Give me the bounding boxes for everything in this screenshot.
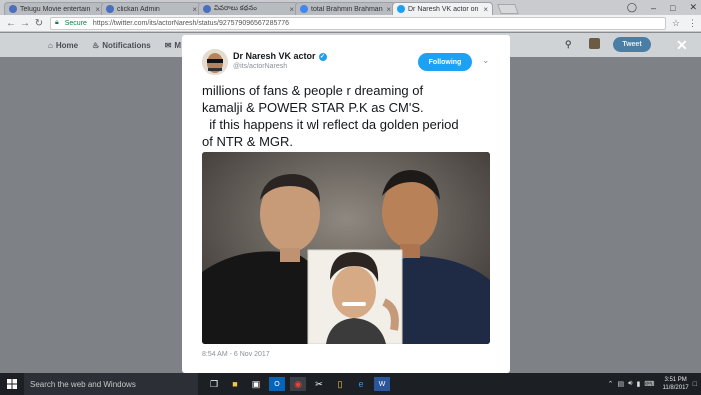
notifications-icon[interactable]: □ bbox=[693, 381, 697, 388]
taskbar-apps: ❐ ■ ▣ O ◉ ✂ ▯ e W bbox=[206, 377, 390, 391]
following-button[interactable]: Following bbox=[418, 53, 472, 71]
new-tab-button[interactable] bbox=[497, 4, 519, 14]
verified-icon: ✓ bbox=[318, 52, 327, 61]
tab-close-icon[interactable]: × bbox=[95, 5, 100, 14]
nav-notifications[interactable]: ♨ Notifications bbox=[92, 41, 151, 50]
nav-notifications-label: Notifications bbox=[102, 40, 151, 50]
bell-icon: ♨ bbox=[92, 40, 100, 50]
star-icon[interactable]: ☆ bbox=[672, 18, 680, 29]
file-explorer-icon[interactable]: ■ bbox=[227, 377, 243, 391]
search-icon[interactable]: ⚲ bbox=[565, 39, 572, 50]
display-name-text: Dr Naresh VK actor bbox=[233, 51, 316, 61]
windows-start-icon[interactable] bbox=[0, 373, 24, 395]
home-icon: ⌂ bbox=[48, 40, 53, 50]
tab-close-icon[interactable]: × bbox=[192, 5, 197, 14]
minimize-icon[interactable]: – bbox=[651, 3, 656, 13]
folder-icon[interactable]: ▯ bbox=[332, 377, 348, 391]
twitter-favicon-icon bbox=[397, 5, 405, 13]
tweet-timestamp[interactable]: 8:54 AM - 6 Nov 2017 bbox=[202, 351, 270, 358]
user-handle[interactable]: @its/actorNaresh bbox=[233, 63, 287, 70]
clock-time: 3:51 PM bbox=[664, 377, 687, 383]
word-icon[interactable]: W bbox=[374, 377, 390, 391]
mail-icon: ✉ bbox=[164, 40, 172, 50]
address-bar-actions: ☆ ⋮ bbox=[672, 18, 697, 29]
address-bar: ← → ↻ 🔒︎ Secure https://twitter.com/its/… bbox=[0, 15, 701, 32]
browser-tab-4[interactable]: Dr Naresh VK actor on T × bbox=[392, 2, 493, 15]
profile-avatar[interactable] bbox=[202, 49, 228, 75]
browser-tab-1[interactable]: clickan Admin × bbox=[101, 2, 202, 15]
display-name[interactable]: Dr Naresh VK actor ✓ bbox=[233, 51, 327, 61]
tab-title: Dr Naresh VK actor on T bbox=[408, 5, 481, 13]
tweet-text: millions of fans & people r dreaming of … bbox=[202, 83, 459, 149]
battery-icon[interactable]: ▮ bbox=[637, 380, 641, 388]
back-icon[interactable]: ← bbox=[4, 18, 18, 29]
modal-close-icon[interactable]: ✕ bbox=[676, 37, 688, 54]
reload-icon[interactable]: ↻ bbox=[32, 18, 46, 29]
store-icon[interactable]: ▣ bbox=[248, 377, 264, 391]
chrome-icon[interactable]: ◉ bbox=[290, 377, 306, 391]
tab-favicon-icon bbox=[9, 5, 17, 13]
tab-title: Telugu Movie entertain bbox=[20, 5, 91, 13]
clock-date: 11/8/2017 bbox=[662, 385, 689, 391]
outlook-icon[interactable]: O bbox=[269, 377, 285, 391]
speaker-icon[interactable]: 🔊︎ bbox=[628, 380, 632, 388]
tab-favicon-icon bbox=[106, 5, 114, 13]
tab-title: clickan Admin bbox=[117, 5, 160, 13]
tweet-photo[interactable] bbox=[202, 152, 490, 344]
secure-label: Secure bbox=[64, 19, 87, 27]
user-avatar[interactable] bbox=[589, 38, 600, 49]
tab-title: వివరాలు కథనం bbox=[214, 4, 257, 12]
taskbar-clock[interactable]: 3:51 PM 11/8/2017 bbox=[663, 376, 689, 392]
nav-home[interactable]: ⌂ Home bbox=[48, 41, 78, 50]
menu-icon[interactable]: ⋮ bbox=[688, 18, 697, 29]
keyboard-icon[interactable]: ⌨ bbox=[644, 380, 654, 388]
window-close-icon[interactable]: ✕ bbox=[689, 2, 697, 13]
taskbar: Search the web and Windows ❐ ■ ▣ O ◉ ✂ ▯… bbox=[0, 373, 701, 395]
forward-icon[interactable]: → bbox=[18, 18, 32, 29]
tweet-button[interactable]: Tweet bbox=[613, 37, 651, 52]
maximize-icon[interactable]: □ bbox=[670, 3, 675, 13]
browser-tab-0[interactable]: Telugu Movie entertain × bbox=[4, 2, 105, 15]
network-icon[interactable]: ▤ bbox=[618, 380, 625, 388]
nav-home-label: Home bbox=[55, 40, 79, 50]
system-tray: ⌃ ▤ 🔊︎ ▮ ⌨ 3:51 PM 11/8/2017 □ bbox=[608, 376, 701, 392]
browser-tab-3[interactable]: total Brahmin Brahmana × bbox=[295, 2, 396, 15]
tab-favicon-icon bbox=[300, 5, 308, 13]
edge-icon[interactable]: e bbox=[353, 377, 369, 391]
taskbar-search-placeholder: Search the web and Windows bbox=[30, 379, 136, 389]
tab-close-icon[interactable]: × bbox=[386, 5, 391, 14]
tray-chevron-icon[interactable]: ⌃ bbox=[608, 380, 614, 388]
chevron-down-icon[interactable]: ⌄ bbox=[482, 55, 490, 66]
tab-title: total Brahmin Brahmana bbox=[311, 5, 384, 13]
window-controls: ◯ – □ ✕ bbox=[627, 0, 697, 15]
tab-favicon-icon bbox=[203, 5, 211, 13]
browser-tab-2[interactable]: వివరాలు కథనం × bbox=[198, 2, 299, 15]
browser-tab-strip: Telugu Movie entertain × clickan Admin ×… bbox=[0, 0, 701, 15]
nav-messages-label: M bbox=[174, 40, 182, 50]
nav-messages[interactable]: ✉ M bbox=[165, 41, 181, 50]
snipping-tool-icon[interactable]: ✂ bbox=[311, 377, 327, 391]
tab-close-icon[interactable]: × bbox=[289, 5, 294, 14]
tab-close-icon[interactable]: × bbox=[483, 5, 488, 14]
taskbar-search-input[interactable]: Search the web and Windows bbox=[24, 373, 198, 395]
url-text: https://twitter.com/its/actorNaresh/stat… bbox=[92, 19, 290, 27]
secure-lock-icon: 🔒︎ bbox=[55, 19, 59, 26]
tweet-card: Dr Naresh VK actor ✓ @its/actorNaresh Fol… bbox=[182, 35, 510, 373]
url-input[interactable]: 🔒︎ Secure https://twitter.com/its/actorN… bbox=[50, 16, 666, 30]
task-view-icon[interactable]: ❐ bbox=[206, 377, 222, 391]
profile-icon[interactable]: ◯ bbox=[627, 2, 637, 13]
